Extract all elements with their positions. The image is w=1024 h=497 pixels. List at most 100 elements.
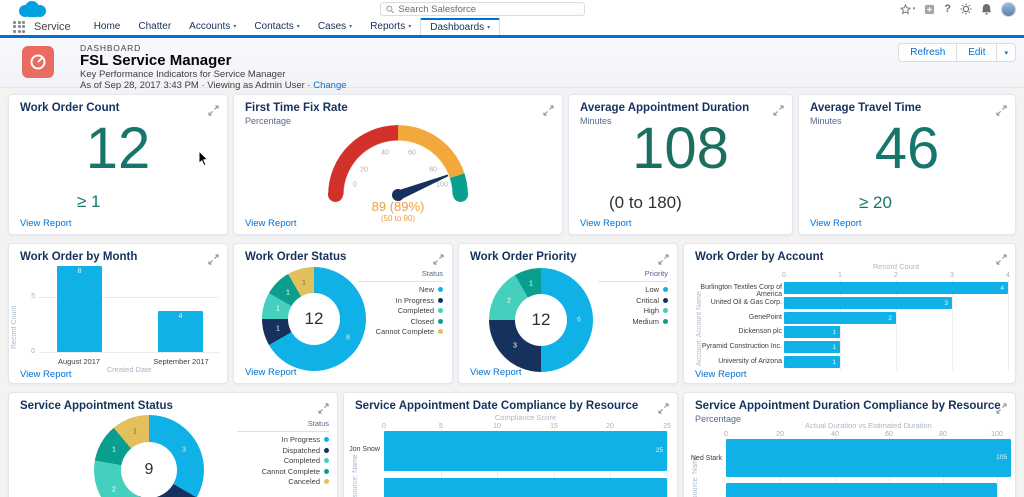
segment-value: 6: [577, 317, 581, 324]
tab-dashboards[interactable]: Dashboards▾: [420, 18, 500, 35]
bar-august-2017[interactable]: [57, 266, 102, 352]
x-tick: 1: [838, 272, 842, 279]
tab-chatter[interactable]: Chatter: [129, 18, 180, 35]
tab-cases[interactable]: Cases▾: [309, 18, 361, 35]
donut-chart[interactable]: 12 8 1 1 1 1: [262, 267, 366, 371]
widget-average-travel-time: Average Travel Time Minutes 46 ≥ 20 View…: [798, 94, 1016, 235]
widget-title: Average Appointment Duration: [580, 102, 749, 114]
legend-item: Dispatched: [237, 446, 329, 456]
x-axis-title: Actual Duration vs Estimated Duration: [726, 421, 1011, 430]
dashboard-header: DASHBOARD FSL Service Manager Key Perfor…: [0, 38, 1024, 88]
view-report-link[interactable]: View Report: [470, 367, 522, 378]
legend-label: Cannot Complete: [262, 467, 320, 476]
view-report-link[interactable]: View Report: [245, 218, 297, 229]
expand-icon[interactable]: [996, 401, 1007, 419]
category-label: University of Arizona: [690, 358, 782, 365]
category-label: United Oil & Gas Corp.: [690, 299, 782, 306]
legend-title: Status: [237, 419, 329, 432]
legend-item: Completed: [357, 306, 443, 316]
donut-chart[interactable]: 12 6 3 2 1: [489, 268, 593, 372]
segment-value: 2: [507, 298, 511, 305]
legend-label: Canceled: [288, 477, 320, 486]
view-report-link[interactable]: View Report: [580, 218, 632, 229]
category-label: Pyramid Construction Inc.: [690, 343, 782, 350]
app-name[interactable]: Service: [34, 21, 71, 33]
tab-label: Accounts: [189, 21, 230, 32]
y-tick: 5: [23, 293, 35, 300]
tab-contacts[interactable]: Contacts▾: [245, 18, 308, 35]
x-tick: 3: [950, 272, 954, 279]
salesforce-dashboard-screen: ▾ ? Service Home Chatter Accounts▾ Conta…: [0, 0, 1024, 497]
widget-title: Service Appointment Status: [20, 400, 173, 412]
bar-row-2[interactable]: [726, 483, 997, 497]
expand-icon[interactable]: [318, 401, 329, 419]
change-viewer-link[interactable]: Change: [313, 80, 346, 91]
search-input[interactable]: [398, 4, 579, 15]
help-icon[interactable]: ?: [944, 3, 951, 15]
tab-label: Cases: [318, 21, 346, 32]
x-tick: 4: [1006, 272, 1010, 279]
gauge-tick: 20: [360, 167, 368, 174]
donut-chart[interactable]: 9 3 2 2 1 1: [94, 415, 204, 497]
view-report-link[interactable]: View Report: [20, 218, 72, 229]
view-report-link[interactable]: View Report: [810, 218, 862, 229]
widget-title: Work Order Status: [245, 251, 346, 263]
expand-icon[interactable]: [433, 252, 444, 270]
setup-gear-icon[interactable]: [960, 3, 972, 15]
widget-average-appointment-duration: Average Appointment Duration Minutes 108…: [568, 94, 793, 235]
bar-value: 8: [57, 268, 102, 275]
legend-title: Status: [357, 269, 443, 282]
app-launcher-icon[interactable]: [13, 21, 25, 33]
view-report-link[interactable]: View Report: [245, 367, 297, 378]
view-report-link[interactable]: View Report: [20, 369, 72, 380]
gauge-chart[interactable]: 0 20 40 60 80 100: [328, 125, 468, 195]
view-report-link[interactable]: View Report: [695, 369, 747, 380]
segment-value: 8: [346, 335, 350, 342]
widget-title: Service Appointment Date Compliance by R…: [355, 400, 638, 412]
bar-value: 1: [784, 359, 840, 366]
expand-icon[interactable]: [208, 252, 219, 270]
bar-value: 1: [784, 344, 840, 351]
tab-accounts[interactable]: Accounts▾: [180, 18, 245, 35]
widget-work-order-priority: Work Order Priority 12 6 3 2 1 Priority …: [458, 243, 678, 384]
x-axis-title: Compliance Score: [384, 413, 667, 422]
category-label: Ned Stark: [684, 455, 722, 462]
legend-label: Closed: [411, 317, 434, 326]
bar-row-2[interactable]: [384, 478, 667, 497]
x-tick: 0: [782, 272, 786, 279]
tab-reports[interactable]: Reports▾: [361, 18, 420, 35]
edit-button[interactable]: Edit: [956, 43, 997, 62]
chart-legend: Status New In Progress Completed Closed …: [357, 269, 443, 338]
widget-work-order-count: Work Order Count 12 ≥ 1 View Report: [8, 94, 228, 235]
legend-label: Cannot Complete: [376, 327, 434, 336]
favorites-star-icon[interactable]: ▾: [900, 4, 916, 15]
bar-value: 25: [384, 447, 667, 454]
category-label: Burlington Textiles Corp of America: [690, 284, 782, 298]
global-header: ▾ ?: [0, 0, 1024, 18]
legend-label: New: [419, 285, 434, 294]
add-icon[interactable]: [924, 4, 935, 15]
expand-icon[interactable]: [543, 103, 554, 121]
refresh-button[interactable]: Refresh: [898, 43, 957, 62]
legend-label: High: [644, 306, 659, 315]
notifications-bell-icon[interactable]: [981, 3, 992, 15]
user-avatar[interactable]: [1001, 2, 1016, 17]
dashboard-icon: [22, 46, 54, 78]
gauge-tick: 100: [436, 182, 448, 189]
global-search[interactable]: [380, 2, 585, 16]
legend-item: High: [598, 306, 668, 316]
segment-value: 3: [182, 447, 186, 454]
chart-legend: Status In Progress Dispatched Completed …: [237, 419, 329, 488]
y-axis-title: Account: Account Name: [696, 286, 703, 366]
more-actions-button[interactable]: ▾: [996, 43, 1016, 62]
bar-value: 3: [784, 300, 952, 307]
segment-value: 1: [276, 326, 280, 333]
expand-icon[interactable]: [658, 252, 669, 270]
legend-item: In Progress: [357, 296, 443, 306]
page-title: FSL Service Manager: [80, 52, 231, 69]
y-tick: 0: [23, 348, 35, 355]
metric-condition: ≥ 20: [859, 193, 892, 213]
tab-label: Chatter: [138, 21, 171, 32]
tab-home[interactable]: Home: [85, 18, 130, 35]
donut-center-value: 12: [515, 294, 567, 346]
